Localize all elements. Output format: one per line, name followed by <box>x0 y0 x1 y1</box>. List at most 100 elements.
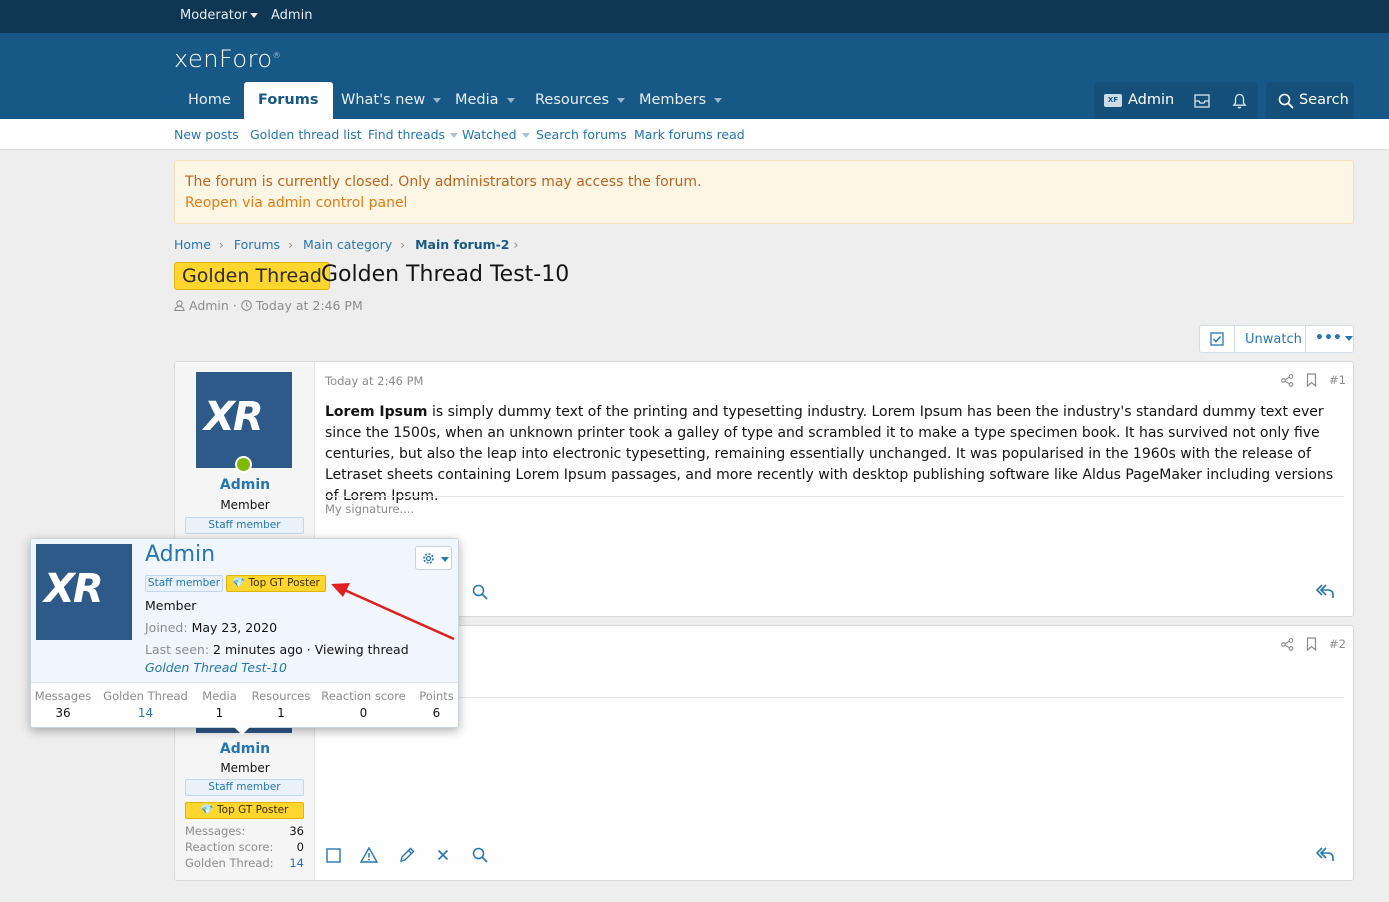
delete-x-icon[interactable] <box>437 849 449 861</box>
site-header: xenForo® Home Forums What's new Media Re… <box>0 33 1389 119</box>
subnav-find-threads[interactable]: Find threads <box>368 127 459 142</box>
account-bar: XF Admin <box>1094 82 1258 119</box>
account-user-link[interactable]: Admin <box>1128 92 1174 108</box>
checkbox-icon[interactable] <box>326 848 341 863</box>
subnav-watched[interactable]: Watched <box>462 127 530 142</box>
stat-value: 36 <box>55 706 71 720</box>
forum-closed-notice: The forum is currently closed. Only admi… <box>174 160 1354 224</box>
post-text: is simply dummy text of the printing and… <box>325 404 1334 504</box>
post-number[interactable]: #1 <box>1329 373 1346 387</box>
subnav-new-posts[interactable]: New posts <box>174 127 239 142</box>
chevron-down-icon <box>250 13 259 18</box>
username-link[interactable]: Admin <box>175 741 315 757</box>
gear-icon <box>423 553 434 564</box>
thread-author[interactable]: Admin <box>189 298 229 313</box>
username-link[interactable]: Admin <box>175 477 315 493</box>
tab-label: Resources <box>535 92 610 108</box>
chevron-right-icon: › <box>400 237 406 252</box>
search-icon[interactable] <box>472 847 488 863</box>
post-bold-text: Lorem Ipsum <box>325 404 428 420</box>
page-title: Golden Thread Test-10 <box>321 262 570 287</box>
user-title: Member <box>220 761 270 775</box>
user-title: Member <box>220 498 270 512</box>
bookmark-icon[interactable] <box>1306 637 1317 651</box>
chevron-down-icon[interactable] <box>714 97 723 103</box>
share-icon[interactable] <box>1281 374 1294 387</box>
joined-info: Joined: May 23, 2020 <box>145 620 277 635</box>
subnav-search-forums[interactable]: Search forums <box>536 127 627 142</box>
post-date[interactable]: Today at 2:46 PM <box>325 374 423 388</box>
chevron-right-icon: › <box>218 237 224 252</box>
unwatch-button[interactable]: Unwatch <box>1245 332 1302 347</box>
thread-tools: Unwatch ••• <box>1199 325 1354 353</box>
stat-golden-thread[interactable]: Golden Thread 14 <box>103 689 188 720</box>
select-thread-button[interactable] <box>1200 326 1235 352</box>
site-logo[interactable]: xenForo® <box>174 45 281 73</box>
tab-media[interactable]: Media <box>441 82 529 119</box>
chevron-down-icon[interactable] <box>506 97 515 103</box>
post-number[interactable]: #2 <box>1329 637 1346 651</box>
stat-media[interactable]: Media 1 <box>197 689 242 720</box>
user-options-button[interactable] <box>415 546 452 570</box>
tab-members[interactable]: Members <box>625 82 736 119</box>
inbox-icon[interactable] <box>1194 94 1210 108</box>
viewing-thread-link[interactable]: Golden Thread Test-10 <box>145 660 287 675</box>
subnav-golden-thread-list[interactable]: Golden thread list <box>250 127 362 142</box>
joined-date: May 23, 2020 <box>191 620 278 635</box>
report-warning-icon[interactable] <box>360 847 378 863</box>
tab-home[interactable]: Home <box>174 82 245 119</box>
tab-resources[interactable]: Resources <box>521 82 639 119</box>
bell-icon[interactable] <box>1232 93 1247 109</box>
top-gt-poster-banner: 💎 Top GT Poster <box>185 802 304 819</box>
edit-pencil-icon[interactable] <box>399 847 415 863</box>
checkbox-icon <box>1210 332 1224 346</box>
bookmark-icon[interactable] <box>1306 373 1317 387</box>
reply-icon[interactable] <box>1315 846 1335 863</box>
subnav-mark-forums-read[interactable]: Mark forums read <box>634 127 745 142</box>
more-options-button[interactable]: ••• <box>1315 330 1353 346</box>
thread-meta: Admin · Today at 2:46 PM <box>174 298 363 313</box>
admin-link[interactable]: Admin <box>271 8 312 23</box>
tab-label: What's new <box>341 92 426 108</box>
breadcrumb-home[interactable]: Home <box>174 237 211 252</box>
thread-time[interactable]: Today at 2:46 PM <box>256 298 363 313</box>
avatar[interactable]: XR <box>196 372 292 468</box>
breadcrumb-main-category[interactable]: Main category <box>303 237 392 252</box>
online-indicator-icon <box>235 456 252 473</box>
top-gt-poster-banner: 💎 Top GT Poster <box>226 575 326 592</box>
breadcrumb-forums[interactable]: Forums <box>234 237 280 252</box>
user-icon <box>174 300 185 312</box>
share-icon[interactable] <box>1281 638 1294 651</box>
chevron-down-icon[interactable] <box>617 97 626 103</box>
tab-forums[interactable]: Forums <box>244 82 333 119</box>
notice-reopen-link[interactable]: Reopen via admin control panel <box>185 195 407 211</box>
stat-resources[interactable]: Resources 1 <box>251 689 311 720</box>
avatar[interactable]: XR <box>36 544 132 640</box>
xr-logo-icon: XR <box>204 394 264 440</box>
stat-points[interactable]: Points 6 <box>414 689 459 720</box>
user-avatar-small[interactable]: XF <box>1104 94 1122 107</box>
subnav-label: Watched <box>462 127 517 142</box>
moderator-menu[interactable]: Moderator <box>180 8 259 23</box>
reply-icon[interactable] <box>1315 583 1335 600</box>
stat-value: 6 <box>432 706 441 720</box>
chevron-down-icon <box>521 133 530 138</box>
tooltip-username[interactable]: Admin <box>145 542 215 567</box>
search-button[interactable]: Search <box>1266 82 1354 119</box>
stat-value: 14 <box>137 706 154 720</box>
thread-prefix[interactable]: Golden Thread <box>174 262 330 290</box>
moderator-label: Moderator <box>180 8 248 23</box>
stat-messages[interactable]: Messages 36 <box>33 689 93 720</box>
stat-label: Golden Thread <box>103 689 188 703</box>
tab-whats-new[interactable]: What's new <box>327 82 455 119</box>
user-stat-reaction-score: Reaction score: 0 <box>185 840 304 854</box>
banner-label: Top GT Poster <box>248 577 320 589</box>
subnav-label: Find threads <box>368 127 446 142</box>
breadcrumb-main-forum[interactable]: Main forum-2 <box>415 237 509 252</box>
stat-value[interactable]: 14 <box>289 856 304 870</box>
last-seen-label: Last seen: <box>145 642 210 657</box>
search-icon[interactable] <box>472 584 488 600</box>
stat-reaction-score[interactable]: Reaction score 0 <box>321 689 406 720</box>
logo-text: xenForo <box>174 45 273 73</box>
banner-label: Top GT Poster <box>217 804 289 816</box>
